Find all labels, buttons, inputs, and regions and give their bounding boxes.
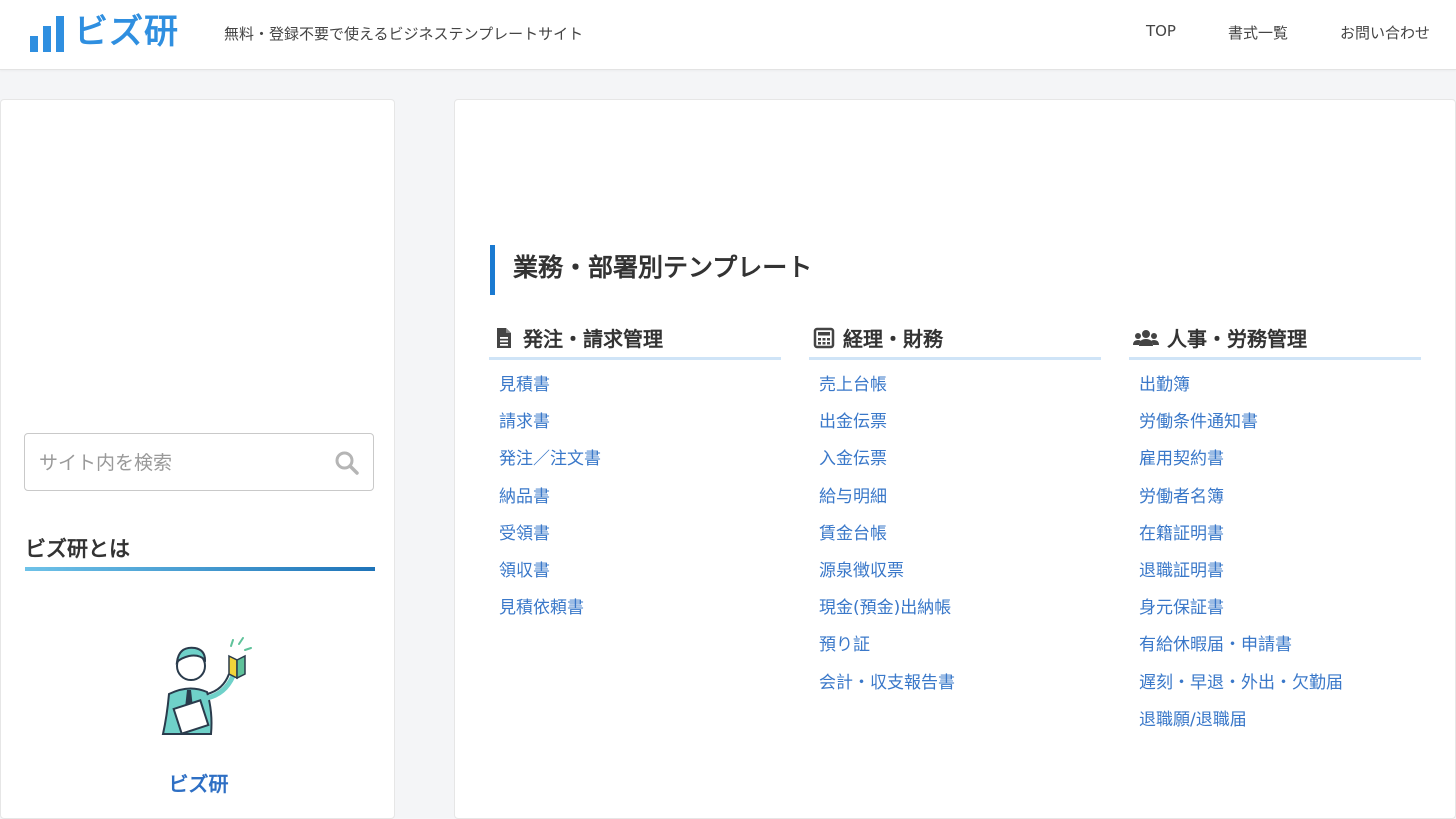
template-link[interactable]: 入金伝票 [819, 449, 887, 469]
list-item: 会計・収支報告書 [809, 664, 1101, 701]
site-tagline: 無料・登録不要で使えるビジネステンプレートサイト [224, 25, 584, 43]
list-item: 売上台帳 [809, 366, 1101, 403]
category-heading: 発注・請求管理 [489, 318, 781, 360]
list-item: 源泉徴収票 [809, 552, 1101, 589]
list-item: 見積書 [489, 366, 781, 403]
template-link[interactable]: 請求書 [499, 412, 550, 432]
main-content: 業務・部署別テンプレート 発注・請求管理 見積書 請求書 発注／注文書 納品書 … [454, 99, 1456, 819]
template-link[interactable]: 預り証 [819, 635, 870, 655]
bar-chart-icon [30, 16, 64, 52]
list-item: 給与明細 [809, 478, 1101, 515]
heading-underline [25, 567, 375, 571]
template-link[interactable]: 見積依頼書 [499, 598, 584, 618]
list-item: 労働者名簿 [1129, 478, 1421, 515]
list-item: 雇用契約書 [1129, 440, 1421, 477]
list-item: 出勤簿 [1129, 366, 1421, 403]
list-item: 労働条件通知書 [1129, 403, 1421, 440]
category-hr: 人事・労務管理 出勤簿 労働条件通知書 雇用契約書 労働者名簿 在籍証明書 退職… [1129, 318, 1421, 738]
list-item: 受領書 [489, 515, 781, 552]
search-input[interactable] [37, 448, 331, 478]
category-heading-label: 経理・財務 [843, 327, 943, 351]
template-link[interactable]: 見積書 [499, 375, 550, 395]
list-item: 遅刻・早退・外出・欠勤届 [1129, 664, 1421, 701]
calculator-icon [813, 327, 835, 348]
category-heading: 人事・労務管理 [1129, 318, 1421, 360]
category-heading-label: 発注・請求管理 [523, 327, 663, 351]
list-item: 請求書 [489, 403, 781, 440]
list-item: 退職願/退職届 [1129, 701, 1421, 738]
template-link[interactable]: 会計・収支報告書 [819, 673, 955, 693]
category-heading-label: 人事・労務管理 [1167, 327, 1307, 351]
list-item: 賃金台帳 [809, 515, 1101, 552]
template-link[interactable]: 雇用契約書 [1139, 449, 1224, 469]
section-title: 業務・部署別テンプレート [490, 245, 812, 295]
nav-contact[interactable]: お問い合わせ [1340, 22, 1430, 43]
site-logo[interactable]: ビズ研 [30, 12, 179, 52]
category-ordering: 発注・請求管理 見積書 請求書 発注／注文書 納品書 受領書 領収書 見積依頼書 [489, 318, 781, 626]
template-link[interactable]: 労働者名簿 [1139, 487, 1224, 507]
template-link[interactable]: 給与明細 [819, 487, 887, 507]
template-link[interactable]: 退職証明書 [1139, 561, 1224, 581]
search-icon[interactable] [333, 449, 361, 477]
template-link[interactable]: 出金伝票 [819, 412, 887, 432]
users-icon [1133, 329, 1159, 346]
site-header: ビズ研 無料・登録不要で使えるビジネステンプレートサイト TOP 書式一覧 お問… [0, 0, 1456, 70]
about-site-name[interactable]: ビズ研 [1, 768, 396, 797]
template-link[interactable]: 労働条件通知書 [1139, 412, 1258, 432]
businessman-illustration [161, 637, 252, 735]
template-link[interactable]: 身元保証書 [1139, 598, 1224, 618]
about-heading: ビズ研とは [25, 537, 130, 561]
list-item: 出金伝票 [809, 403, 1101, 440]
template-link[interactable]: 売上台帳 [819, 375, 887, 395]
template-link[interactable]: 源泉徴収票 [819, 561, 904, 581]
list-item: 現金(預金)出納帳 [809, 589, 1101, 626]
template-link[interactable]: 現金(預金)出納帳 [819, 598, 951, 618]
search-box [24, 433, 374, 491]
list-item: 身元保証書 [1129, 589, 1421, 626]
template-link[interactable]: 有給休暇届・申請書 [1139, 635, 1292, 655]
template-link[interactable]: 領収書 [499, 561, 550, 581]
nav-templates[interactable]: 書式一覧 [1228, 22, 1288, 43]
template-link[interactable]: 在籍証明書 [1139, 524, 1224, 544]
template-link[interactable]: 賃金台帳 [819, 524, 887, 544]
list-item: 在籍証明書 [1129, 515, 1421, 552]
document-icon [497, 327, 511, 348]
category-accounting: 経理・財務 売上台帳 出金伝票 入金伝票 給与明細 賃金台帳 源泉徴収票 現金(… [809, 318, 1101, 701]
list-item: 預り証 [809, 626, 1101, 663]
list-item: 領収書 [489, 552, 781, 589]
category-heading: 経理・財務 [809, 318, 1101, 360]
list-item: 見積依頼書 [489, 589, 781, 626]
template-list: 売上台帳 出金伝票 入金伝票 給与明細 賃金台帳 源泉徴収票 現金(預金)出納帳… [809, 366, 1101, 701]
list-item: 発注／注文書 [489, 440, 781, 477]
list-item: 納品書 [489, 478, 781, 515]
template-link[interactable]: 受領書 [499, 524, 550, 544]
main-nav: TOP 書式一覧 お問い合わせ [1094, 22, 1430, 43]
logo-text: ビズ研 [74, 12, 179, 52]
sidebar: ビズ研とは ビズ研 [0, 99, 395, 819]
template-list: 見積書 請求書 発注／注文書 納品書 受領書 領収書 見積依頼書 [489, 366, 781, 626]
template-link[interactable]: 出勤簿 [1139, 375, 1190, 395]
nav-top[interactable]: TOP [1146, 22, 1176, 43]
template-link[interactable]: 退職願/退職届 [1139, 710, 1247, 730]
template-list: 出勤簿 労働条件通知書 雇用契約書 労働者名簿 在籍証明書 退職証明書 身元保証… [1129, 366, 1421, 738]
list-item: 退職証明書 [1129, 552, 1421, 589]
template-link[interactable]: 発注／注文書 [499, 449, 601, 469]
template-link[interactable]: 納品書 [499, 487, 550, 507]
list-item: 有給休暇届・申請書 [1129, 626, 1421, 663]
template-link[interactable]: 遅刻・早退・外出・欠勤届 [1139, 673, 1343, 693]
list-item: 入金伝票 [809, 440, 1101, 477]
